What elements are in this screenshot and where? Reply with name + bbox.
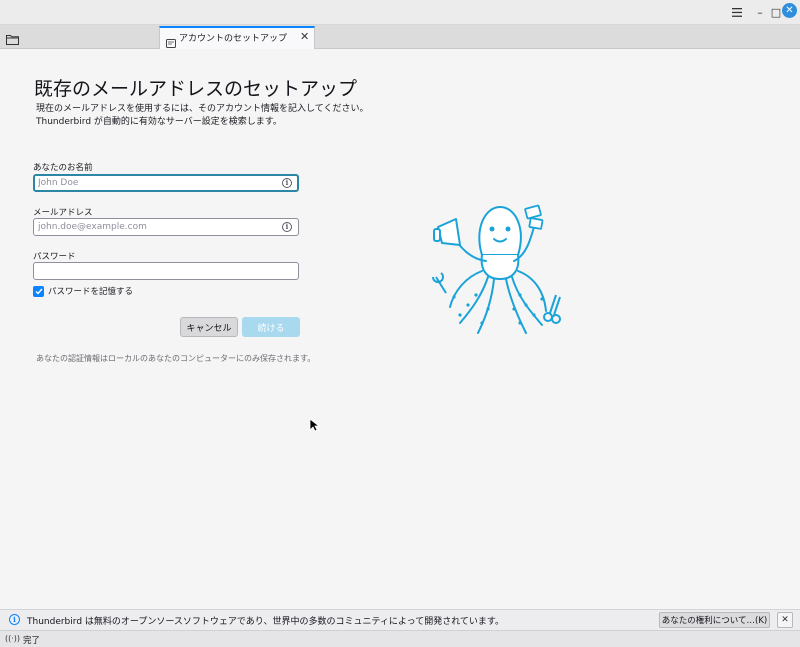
notification-close-button[interactable]: ✕ (777, 612, 793, 628)
page-description: 現在のメールアドレスを使用するには、そのアカウント情報を記入してください。 Th… (36, 103, 368, 129)
privacy-note: あなたの認証情報はローカルのあなたのコンピューターにのみ保存されます。 (36, 354, 316, 363)
info-icon[interactable]: i (282, 222, 292, 232)
close-window-button[interactable]: ✕ (782, 3, 797, 18)
octopus-mascot-illustration (432, 204, 561, 334)
email-input[interactable] (38, 221, 278, 233)
tab-bar: アカウントのセットアップ ✕ (0, 25, 800, 49)
mouse-cursor-icon (309, 418, 321, 432)
password-field[interactable] (33, 262, 299, 280)
name-field[interactable]: i (33, 174, 299, 192)
status-bar: ((·)) 完了 (0, 630, 800, 647)
title-bar: – □ ✕ (0, 0, 800, 25)
remember-password-label: パスワードを記憶する (48, 287, 134, 297)
email-field[interactable]: i (33, 218, 299, 236)
email-label: メールアドレス (33, 208, 93, 218)
remember-password[interactable]: パスワードを記憶する (33, 285, 133, 297)
password-label: パスワード (33, 252, 76, 262)
info-icon[interactable]: i (282, 178, 292, 188)
password-input[interactable] (38, 265, 278, 277)
status-text: 完了 (23, 636, 41, 646)
name-input[interactable] (38, 177, 278, 189)
description-line-1: 現在のメールアドレスを使用するには、そのアカウント情報を記入してください。 (36, 104, 369, 114)
tab-label: アカウントのセットアップ (179, 34, 288, 44)
info-icon: i (9, 614, 20, 625)
page-title: 既存のメールアドレスのセットアップ (34, 78, 358, 100)
continue-button[interactable]: 続ける (242, 317, 300, 337)
account-setup-page: 既存のメールアドレスのセットアップ 現在のメールアドレスを使用するには、そのアカ… (0, 49, 800, 609)
folder-icon[interactable] (6, 30, 20, 45)
name-label: あなたのお名前 (33, 163, 93, 173)
minimize-button[interactable]: – (752, 4, 768, 20)
hamburger-icon[interactable] (729, 4, 745, 20)
mail-icon (166, 33, 176, 48)
know-your-rights-button[interactable]: あなたの権利について…(K) (659, 612, 770, 628)
description-line-2: Thunderbird が自動的に有効なサーバー設定を検索します。 (36, 117, 282, 127)
tab-account-setup[interactable]: アカウントのセットアップ ✕ (159, 26, 315, 49)
notification-text: Thunderbird は無料のオープンソースソフトウェアであり、世界中の多数の… (27, 617, 505, 627)
tab-close-button[interactable]: ✕ (300, 31, 309, 43)
online-status-icon[interactable]: ((·)) (5, 634, 20, 643)
notification-bar: i Thunderbird は無料のオープンソースソフトウェアであり、世界中の多… (0, 609, 800, 630)
cancel-button[interactable]: キャンセル (180, 317, 238, 337)
remember-password-checkbox[interactable] (33, 285, 44, 297)
